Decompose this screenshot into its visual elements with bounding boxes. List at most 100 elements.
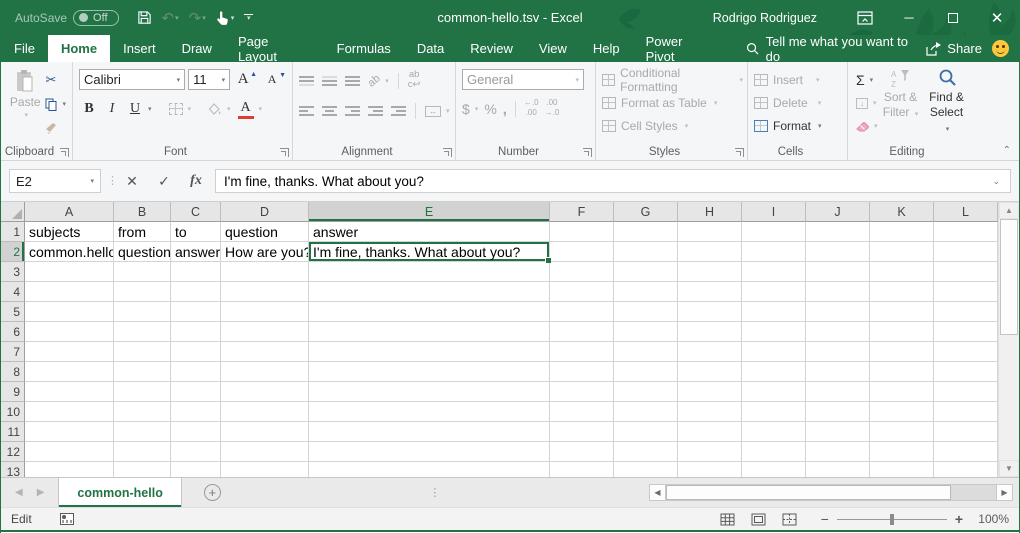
middle-align-button[interactable] [322,76,337,86]
cell-H9[interactable] [678,382,742,402]
cell-C12[interactable] [171,442,221,462]
delete-cells-button[interactable]: Delete▾ [754,92,822,114]
cell-J10[interactable] [806,402,870,422]
cell-D12[interactable] [221,442,309,462]
cell-K8[interactable] [870,362,934,382]
row-header-7[interactable]: 7 [1,342,25,362]
cell-L8[interactable] [934,362,998,382]
scroll-left-arrow[interactable]: ◀ [649,484,666,501]
cell-C4[interactable] [171,282,221,302]
borders-button[interactable]: ▾ [167,99,194,119]
cell-C9[interactable] [171,382,221,402]
align-right-button[interactable] [345,106,360,116]
cell-F1[interactable] [550,222,614,242]
cell-B8[interactable] [114,362,171,382]
touch-mode-caret[interactable]: ▾ [231,14,235,22]
column-header-I[interactable]: I [742,202,806,222]
cell-I4[interactable] [742,282,806,302]
horizontal-scroll-thumb[interactable] [666,485,951,500]
alignment-dialog-launcher[interactable] [443,148,452,157]
tab-page-layout[interactable]: Page Layout [225,35,324,62]
copy-button[interactable]: ▾ [43,94,68,114]
orientation-button[interactable]: ab▾ [368,71,389,91]
cell-D4[interactable] [221,282,309,302]
cell-G1[interactable] [614,222,678,242]
cell-A8[interactable] [25,362,114,382]
cell-G4[interactable] [614,282,678,302]
accounting-format-button[interactable]: $▾ [462,99,478,119]
percent-button[interactable]: % [484,99,496,119]
column-header-J[interactable]: J [806,202,870,222]
cell-K3[interactable] [870,262,934,282]
wrap-text-button[interactable]: abc↩ [408,71,421,91]
decrease-decimal-button[interactable]: .00→.0 [545,99,560,119]
cell-J3[interactable] [806,262,870,282]
cell-I12[interactable] [742,442,806,462]
column-header-D[interactable]: D [221,202,309,222]
bold-button[interactable]: B [79,99,99,119]
cell-E13[interactable] [309,462,550,477]
row-header-10[interactable]: 10 [1,402,25,422]
cell-F7[interactable] [550,342,614,362]
normal-view-button[interactable] [720,513,735,526]
cell-L13[interactable] [934,462,998,477]
select-all-corner[interactable] [1,202,25,222]
cell-H7[interactable] [678,342,742,362]
paste-button[interactable]: Paste ▾ [7,66,43,142]
scroll-right-arrow[interactable]: ▶ [996,484,1013,501]
clipboard-dialog-launcher[interactable] [60,148,69,157]
cell-E3[interactable] [309,262,550,282]
underline-button[interactable]: U▾ [125,99,154,119]
tab-power-pivot[interactable]: Power Pivot [633,35,728,62]
cell-L2[interactable] [934,242,998,262]
cell-K5[interactable] [870,302,934,322]
cell-A11[interactable] [25,422,114,442]
customize-qat-button[interactable]: ▾ [240,12,257,23]
cell-J2[interactable] [806,242,870,262]
cell-I3[interactable] [742,262,806,282]
font-family-combo[interactable]: Calibri▾ [79,69,185,90]
cell-C1[interactable]: to [171,222,221,242]
cell-D9[interactable] [221,382,309,402]
cell-J4[interactable] [806,282,870,302]
cell-C10[interactable] [171,402,221,422]
cell-G2[interactable] [614,242,678,262]
cell-A12[interactable] [25,442,114,462]
autosave-pill[interactable]: Off [73,10,118,26]
cell-D6[interactable] [221,322,309,342]
column-header-H[interactable]: H [678,202,742,222]
cell-C3[interactable] [171,262,221,282]
tab-help[interactable]: Help [580,35,633,62]
cell-E11[interactable] [309,422,550,442]
row-header-5[interactable]: 5 [1,302,25,322]
cell-B3[interactable] [114,262,171,282]
cell-H6[interactable] [678,322,742,342]
user-name[interactable]: Rodrigo Rodriguez [713,11,817,25]
format-painter-button[interactable] [43,118,68,138]
sort-filter-button[interactable]: AZ Sort & Filter ▾ [880,68,922,142]
cell-B2[interactable]: question [114,242,171,262]
font-color-button[interactable]: A▾ [236,99,265,119]
cell-E2[interactable]: I'm fine, thanks. What about you? [309,242,550,262]
sheet-next-arrow[interactable]: ▶ [37,487,45,498]
cell-L11[interactable] [934,422,998,442]
column-header-B[interactable]: B [114,202,171,222]
cell-G3[interactable] [614,262,678,282]
ribbon-display-options-button[interactable] [843,0,887,35]
cell-F9[interactable] [550,382,614,402]
column-header-A[interactable]: A [25,202,114,222]
cell-H11[interactable] [678,422,742,442]
top-align-button[interactable] [299,76,314,86]
tab-view[interactable]: View [526,35,580,62]
cell-J8[interactable] [806,362,870,382]
find-select-button[interactable]: Find & Select ▾ [926,68,968,142]
cell-J12[interactable] [806,442,870,462]
cell-G7[interactable] [614,342,678,362]
tab-formulas[interactable]: Formulas [324,35,404,62]
touch-mouse-mode-button[interactable]: ▾ [212,8,239,27]
cell-D3[interactable] [221,262,309,282]
format-as-table-button[interactable]: Format as Table▾ [602,92,743,114]
cell-A7[interactable] [25,342,114,362]
cell-A1[interactable]: subjects [25,222,114,242]
cell-F8[interactable] [550,362,614,382]
